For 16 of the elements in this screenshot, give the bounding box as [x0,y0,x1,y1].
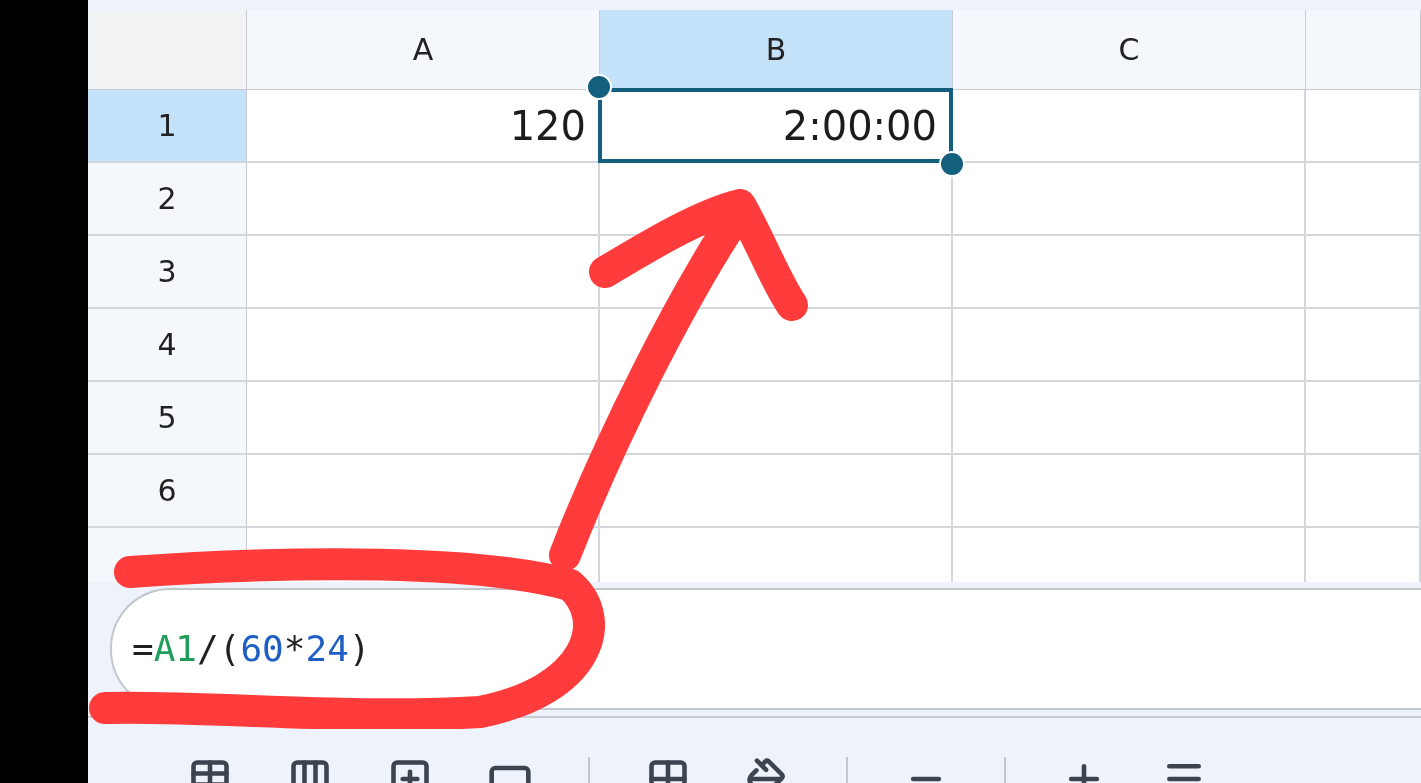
formula-field[interactable]: =A1/(60*24) [110,588,1421,710]
corner-cell[interactable] [88,10,247,89]
row-header[interactable]: 6 [88,455,247,526]
column-header[interactable]: C [953,10,1306,89]
selection-handle[interactable] [939,151,965,177]
row-header[interactable]: 1 [88,90,247,161]
row-header[interactable]: 3 [88,236,247,307]
formula-text: =A1/(60*24) [132,627,371,671]
selection-handle[interactable] [586,74,612,100]
row-header[interactable]: 5 [88,382,247,453]
table-cell[interactable]: 120 [247,90,598,161]
column-header[interactable]: A [247,10,600,89]
row-header[interactable]: 2 [88,163,247,234]
row-header[interactable]: 4 [88,309,247,380]
column-header[interactable]: B [600,10,953,89]
table-cell[interactable]: 2:00:00 [598,88,953,163]
